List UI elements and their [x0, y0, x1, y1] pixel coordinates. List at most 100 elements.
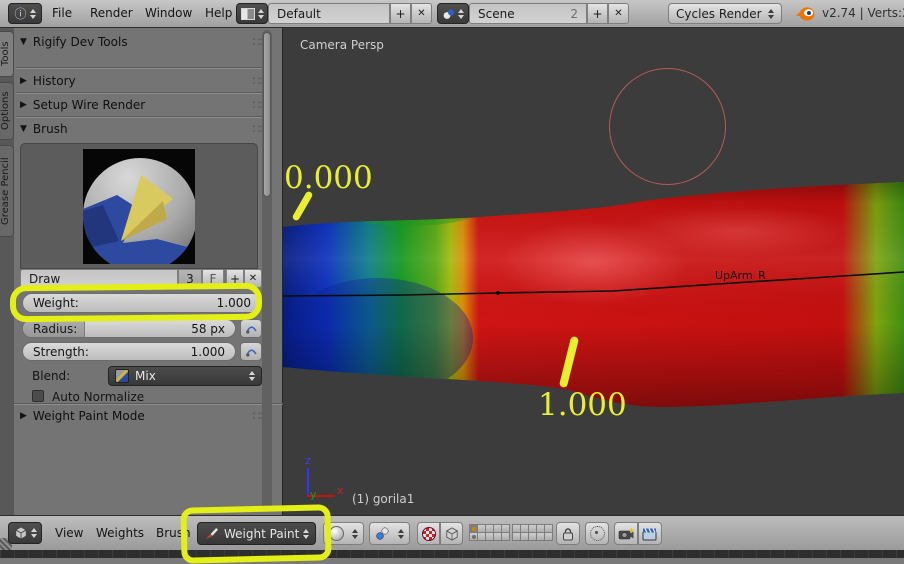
brush-preview-box	[20, 143, 258, 269]
screen-layout-name-field[interactable]: Default	[268, 3, 390, 24]
editor-type-button-3dview[interactable]	[8, 522, 42, 544]
radius-slider[interactable]: Radius: 58 px	[22, 319, 236, 338]
radius-value: 58 px	[191, 321, 225, 336]
weight-min-annotation: 0.000	[284, 160, 373, 196]
brush-preview-image[interactable]	[83, 149, 195, 264]
info-header: ⓘ File Render Window Help Default + ✕ Sc…	[0, 0, 904, 28]
opengl-render-anim-button[interactable]	[638, 522, 662, 545]
panel-header-setup-wire[interactable]: ▶ Setup Wire Render ∷∷	[18, 96, 272, 114]
cube-icon	[445, 526, 458, 541]
opengl-render-image-button[interactable]	[614, 522, 638, 545]
layer-object-dot	[472, 535, 476, 539]
checker-sphere-icon	[421, 526, 436, 541]
fake-user-button[interactable]: F	[202, 269, 224, 288]
panel-header-history[interactable]: ▶ History ∷∷	[18, 72, 272, 90]
x-axis-label: x	[337, 484, 344, 497]
add-layout-button[interactable]: +	[390, 3, 411, 24]
viewport-shading-select[interactable]	[323, 522, 364, 545]
menu-view[interactable]: View	[55, 516, 83, 550]
face-mask-toggle[interactable]	[417, 522, 440, 545]
menu-file[interactable]: File	[52, 0, 72, 27]
radius-pressure-toggle[interactable]	[240, 319, 262, 338]
paintbrush-icon	[205, 527, 219, 540]
menu-weights[interactable]: Weights	[96, 516, 144, 550]
layers-group-2[interactable]	[512, 524, 553, 541]
info-editor-icon: ⓘ	[14, 7, 27, 21]
screen-layout-button[interactable]	[236, 3, 268, 24]
lock-icon	[563, 527, 573, 540]
tab-options[interactable]: Options	[0, 82, 14, 140]
add-icon: +	[592, 6, 603, 21]
y-axis-label: y	[310, 488, 317, 501]
chevron-updown-icon	[303, 528, 309, 539]
chevron-updown-icon	[352, 528, 358, 539]
add-scene-button[interactable]: +	[587, 3, 608, 24]
viewport-header: View Weights Brush Weight Paint	[0, 515, 904, 550]
render-camera-icon	[618, 527, 634, 540]
triangle-down-icon: ▼	[20, 124, 27, 134]
layout-icon	[240, 7, 255, 20]
pivot-point-select[interactable]	[369, 522, 410, 545]
shading-sphere-icon	[329, 526, 344, 541]
lock-camera-layers-toggle[interactable]	[556, 522, 580, 545]
add-icon: +	[229, 271, 241, 286]
chevron-updown-icon	[257, 8, 264, 19]
layers-group-1[interactable]	[469, 524, 510, 541]
proportional-edit-toggle[interactable]	[585, 522, 609, 545]
auto-normalize-checkbox[interactable]	[32, 390, 44, 402]
bone-name-label: UpArm_R	[715, 269, 766, 282]
panel-header-rigify[interactable]: ▼ Rigify Dev Tools ∷∷	[18, 33, 272, 51]
weight-max-annotation: 1.000	[538, 387, 627, 423]
mix-texture-icon	[115, 369, 129, 383]
pressure-icon	[245, 349, 257, 357]
strength-slider[interactable]: Strength: 1.000	[22, 342, 236, 361]
shelf-scrollbar-thumb[interactable]	[263, 32, 271, 197]
unlink-brush-button[interactable]: ✕	[244, 269, 262, 288]
add-icon: +	[395, 6, 406, 21]
clapperboard-icon	[642, 527, 657, 540]
blend-mode-select[interactable]: Mix	[108, 366, 262, 386]
blend-label: Blend:	[32, 369, 71, 383]
scene-icon	[443, 9, 454, 19]
add-brush-button[interactable]: +	[226, 269, 244, 288]
layers-widget[interactable]	[469, 524, 553, 541]
viewport-3d[interactable]: UpArm_R Camera Persp 0.000 1.000 z x y (…	[283, 28, 904, 515]
tab-tools[interactable]: Tools	[0, 31, 14, 77]
chevron-updown-icon	[249, 371, 255, 381]
menu-render[interactable]: Render	[90, 0, 133, 27]
scene-users-count: 2	[570, 6, 578, 21]
panel-header-brush[interactable]: ▼ Brush ∷∷	[18, 120, 272, 138]
delete-layout-button[interactable]: ✕	[411, 3, 432, 24]
chevron-updown-icon	[458, 8, 464, 19]
version-stats: v2.74 | Verts:22	[822, 6, 904, 20]
menu-help[interactable]: Help	[205, 0, 232, 27]
brush-datablock-name[interactable]: Draw	[20, 269, 178, 288]
chevron-updown-icon	[768, 8, 774, 19]
view-name-label: Camera Persp	[300, 38, 384, 52]
auto-normalize-row[interactable]: Auto Normalize	[32, 390, 144, 403]
z-axis-label: z	[305, 454, 311, 467]
weight-paint-mesh[interactable]: UpArm_R	[283, 28, 904, 515]
layer-object-dot	[472, 527, 476, 531]
timeline-strip[interactable]	[0, 550, 904, 558]
brush-cursor-circle	[609, 68, 726, 185]
panel-header-weight-paint-mode[interactable]: ▶ Weight Paint Mode ∷∷	[18, 407, 272, 425]
axis-gizmo: z x y	[293, 454, 353, 508]
pivot-icon	[376, 527, 389, 540]
render-engine-select[interactable]: Cycles Render	[668, 3, 782, 24]
tab-grease-pencil[interactable]: Grease Pencil	[0, 145, 14, 237]
vertex-mask-toggle[interactable]	[440, 522, 463, 545]
weight-slider[interactable]: Weight: 1.000	[22, 293, 262, 313]
triangle-down-icon: ▼	[20, 37, 27, 47]
scene-browse-button[interactable]	[437, 3, 469, 24]
brush-users-button[interactable]: 3	[178, 269, 202, 288]
proportional-edit-icon	[589, 526, 605, 541]
scene-name-field[interactable]: Scene 2	[469, 3, 587, 24]
editor-type-button-info[interactable]: ⓘ	[8, 3, 42, 24]
mode-select-weight-paint[interactable]: Weight Paint	[197, 522, 316, 545]
menu-brush[interactable]: Brush	[156, 516, 191, 550]
strength-pressure-toggle[interactable]	[240, 342, 262, 361]
shelf-scrollbar-track[interactable]	[262, 30, 272, 511]
delete-scene-button[interactable]: ✕	[608, 3, 629, 24]
menu-window[interactable]: Window	[145, 0, 192, 27]
